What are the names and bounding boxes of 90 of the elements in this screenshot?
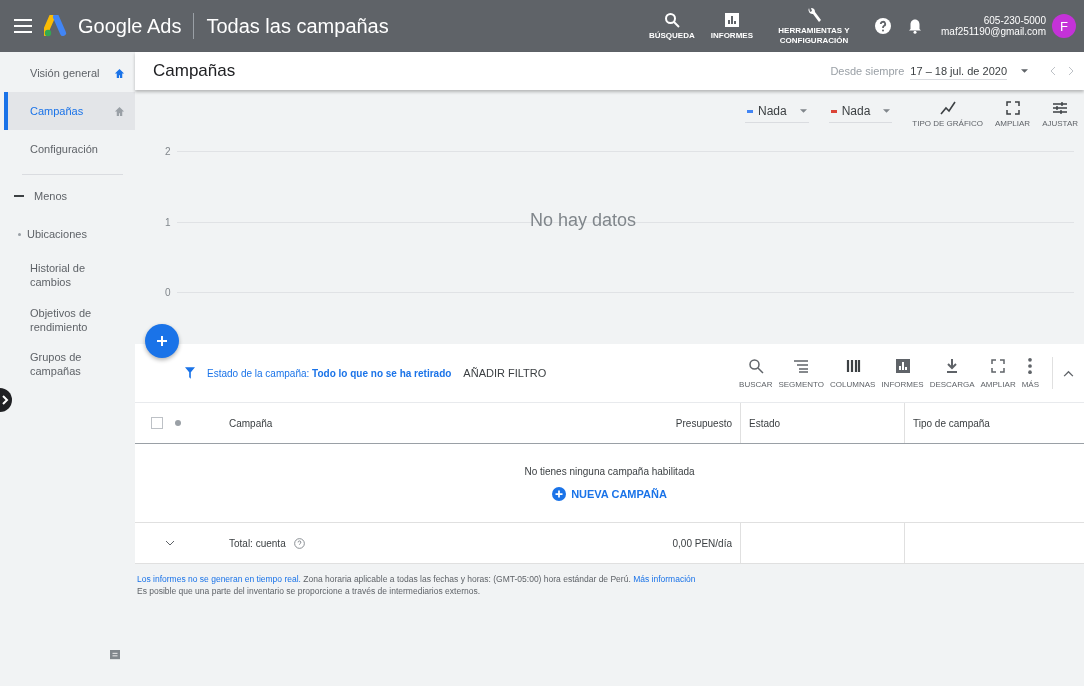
status-dot-icon <box>175 420 181 426</box>
avatar[interactable]: F <box>1052 14 1076 38</box>
filter-icon[interactable] <box>185 367 195 379</box>
table-cell: 0,00 PEN/día <box>539 523 741 563</box>
sidebar-label: Campañas <box>30 103 85 119</box>
account-email: maf251190@gmail.com <box>941 26 1046 37</box>
sidebar-item[interactable]: Menos <box>4 177 135 215</box>
table-tool-button[interactable]: COLUMNAS <box>830 357 876 389</box>
table-tool-button[interactable]: MÁS <box>1021 357 1039 389</box>
toolbar-button[interactable]: HERRAMIENTAS Y CONFIGURACIÓN <box>769 7 859 45</box>
chart-tool-button[interactable]: AJUSTAR <box>1042 100 1078 128</box>
home-icon <box>114 67 125 79</box>
more-info-link[interactable]: Más información <box>633 574 696 584</box>
sidebar-label: Historial de cambios <box>30 261 87 291</box>
sidebar-item[interactable]: Visión general <box>4 54 135 92</box>
sidebar-item[interactable]: Campañas <box>4 92 135 130</box>
sidebar-label: Menos <box>34 188 69 204</box>
axis-label: 0 <box>165 287 171 298</box>
sidebar-item[interactable]: Historial de cambios <box>4 253 135 298</box>
table-tool-button[interactable]: INFORMES <box>881 357 924 389</box>
more-icon <box>1028 357 1033 374</box>
footer-note: Los informes no se generan en tiempo real. Zona horaria aplicable a todas las fechas y horas: (GMT-05:00) hora estándar de Perú. Más información <box>137 574 697 584</box>
add-icon <box>552 486 567 501</box>
search-icon <box>663 11 680 28</box>
table-tool-button[interactable]: BUSCAR <box>739 357 773 389</box>
date-label: Desde siempre <box>830 65 905 77</box>
chart-tool-button[interactable]: AMPLIAR <box>995 100 1031 128</box>
sidebar-item[interactable]: Ubicaciones <box>4 215 135 253</box>
sidebar-label: Ubicaciones <box>27 226 88 242</box>
sidebar-item[interactable]: Objetivos de rendimiento <box>4 297 135 343</box>
account-phone: 605-230-5000 <box>983 15 1046 26</box>
segment-icon <box>793 357 810 374</box>
menu-icon[interactable] <box>14 19 32 33</box>
feedback-icon[interactable] <box>110 650 120 660</box>
column-header[interactable]: Estado <box>741 403 905 443</box>
wrench-icon <box>806 7 822 24</box>
caret-icon <box>799 109 807 113</box>
expand-icon <box>990 357 1007 374</box>
select-all-checkbox[interactable] <box>151 417 163 429</box>
bell-icon[interactable] <box>907 18 923 34</box>
caret-icon[interactable] <box>1021 69 1028 73</box>
columns-icon <box>844 357 861 374</box>
metric-dropdown[interactable]: Nada <box>828 100 893 123</box>
info-link[interactable]: Los informes no se generan en tiempo real. <box>137 574 301 584</box>
add-button[interactable] <box>145 324 179 358</box>
minus-icon <box>14 195 24 197</box>
bullet-icon <box>18 232 21 236</box>
expand-icon <box>1004 100 1021 116</box>
column-header[interactable]: Campaña <box>221 403 539 443</box>
chevron-down-icon[interactable] <box>165 540 175 546</box>
table-tool-button[interactable]: AMPLIAR <box>980 357 1016 389</box>
filter-chip[interactable]: Estado de la campaña: Todo lo que no se ha retirado <box>207 367 452 379</box>
section-title: Campañas <box>153 61 236 81</box>
sidebar-item[interactable]: Grupos de campañas <box>4 342 135 387</box>
add-filter-button[interactable]: AÑADIR FILTRO <box>463 367 547 379</box>
sidebar-label: Configuración <box>30 141 99 157</box>
plus-icon <box>155 334 169 348</box>
caret-icon <box>883 109 891 113</box>
new-campaign-button[interactable]: NUEVA CAMPAÑA <box>552 486 667 501</box>
logo-icon <box>44 15 68 37</box>
no-data-message: No hay datos <box>530 210 637 231</box>
column-header[interactable]: Tipo de campaña <box>905 403 1084 443</box>
axis-label: 1 <box>165 216 171 228</box>
toolbar-button[interactable]: INFORMES <box>710 11 753 41</box>
sidebar-label: Grupos de campañas <box>30 350 83 380</box>
expand-handle-icon[interactable] <box>0 388 14 412</box>
page-title: Todas las campañas <box>206 14 389 38</box>
sidebar-label: Objetivos de rendimiento <box>30 305 93 335</box>
collapse-icon[interactable] <box>1063 369 1074 377</box>
help-icon[interactable] <box>875 18 891 34</box>
toolbar-button[interactable]: BÚSQUEDA <box>648 11 695 41</box>
column-header[interactable]: Presupuesto <box>539 403 741 443</box>
footer-note: Es posible que una parte del inventario se proporcione a través de intermediarios externos. <box>137 586 482 596</box>
total-label: Total: cuenta <box>229 537 286 549</box>
date-range-dropdown[interactable]: 17 – 18 jul. de 2020 <box>910 62 1007 80</box>
home-icon <box>114 105 125 117</box>
sidebar-label: Visión general <box>30 65 101 81</box>
empty-message: No tienes ninguna campaña habilitada <box>524 465 695 477</box>
sidebar-item[interactable]: Configuración <box>4 130 135 168</box>
line-chart-icon <box>939 100 956 116</box>
table-tool-button[interactable]: DESCARGA <box>929 357 975 389</box>
chart-icon <box>723 11 740 28</box>
chart-tool-button[interactable]: TIPO DE GRÁFICO <box>912 100 983 128</box>
sliders-icon <box>1052 100 1069 116</box>
product-name: Google Ads <box>78 14 182 38</box>
metric-dropdown[interactable]: Nada <box>744 100 809 123</box>
table-tool-button[interactable]: SEGMENTO <box>778 357 825 389</box>
chart-icon <box>894 357 911 374</box>
axis-label: 2 <box>165 146 171 157</box>
search-icon <box>747 357 764 374</box>
